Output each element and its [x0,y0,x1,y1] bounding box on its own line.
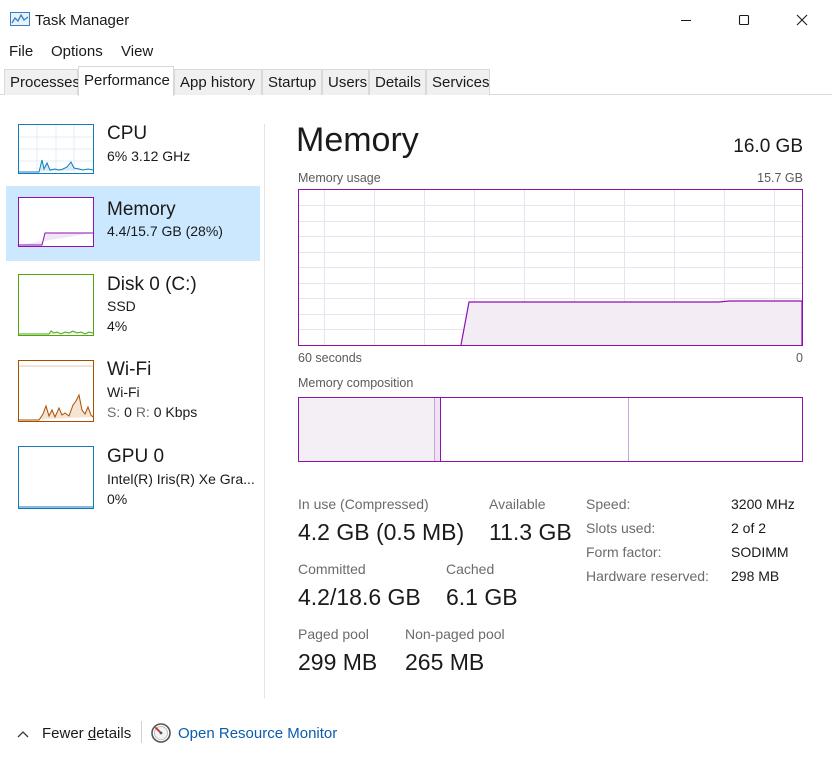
tab-startup[interactable]: Startup [262,69,322,95]
footer: Fewer details Open Resource Monitor [0,700,832,762]
in-use-label: In use (Compressed) [298,496,429,512]
sidebar-item-memory[interactable]: Memory 4.4/15.7 GB (28%) [6,186,260,261]
gpu-label: GPU 0 [107,446,165,467]
wifi-send-label: S: [107,404,121,420]
maximize-icon [738,14,750,26]
tab-bar: Processes Performance App history Startu… [0,66,832,96]
sidebar-item-gpu[interactable]: GPU 0 Intel(R) Iris(R) Xe Gra... 0% [6,438,260,518]
disk-thumbnail-graph [18,274,94,336]
composition-standby-divider [628,398,629,461]
minimize-icon [681,20,691,21]
tab-details[interactable]: Details [369,69,426,95]
task-manager-icon [10,12,30,26]
maximize-button[interactable] [715,0,773,40]
available-label: Available [489,496,546,512]
memory-usage-series [460,300,802,345]
committed-label: Committed [298,561,366,577]
chevron-up-icon [17,730,29,737]
sidebar-item-wifi[interactable]: Wi-Fi Wi-Fi S: 0 R: 0 Kbps [6,351,260,431]
memory-usage-label: Memory usage [298,171,381,185]
open-resource-monitor-label: Open Resource Monitor [178,724,338,742]
sidebar-divider [264,124,265,698]
gpu-model: Intel(R) Iris(R) Xe Gra... [107,471,255,487]
close-button[interactable] [773,0,831,40]
wifi-thumbnail-graph [18,360,94,422]
page-title: Memory [296,121,419,159]
sidebar-item-cpu[interactable]: CPU 6% 3.12 GHz [6,115,260,185]
available-value: 11.3 GB [489,519,572,545]
tab-performance[interactable]: Performance [78,66,174,96]
slots-used-value: 2 of 2 [731,520,767,536]
menu-bar: File Options View [0,40,832,64]
sidebar: CPU 6% 3.12 GHz Memory 4.4/15.7 GB (28%)… [0,95,265,700]
memory-usage-graph [298,189,803,346]
open-resource-monitor-link[interactable]: Open Resource Monitor [150,722,337,744]
graph-axis-right: 0 [796,351,803,365]
wifi-receive-label: R: [135,404,150,420]
menu-view[interactable]: View [121,43,153,60]
wifi-receive-value: 0 Kbps [153,404,198,420]
paged-pool-value: 299 MB [298,649,378,675]
cached-value: 6.1 GB [446,584,518,610]
committed-value: 4.2/18.6 GB [298,584,421,610]
disk-type: SSD [107,298,136,314]
minimize-button[interactable] [657,0,715,40]
menu-file[interactable]: File [9,43,33,60]
memory-usage: 4.4/15.7 GB (28%) [107,223,223,239]
memory-usage-max: 15.7 GB [757,171,803,185]
speed-value: 3200 MHz [731,496,795,512]
resource-monitor-icon [151,723,171,743]
disk-usage: 4% [107,318,128,334]
total-memory: 16.0 GB [733,136,803,157]
tab-processes[interactable]: Processes [4,69,80,95]
wifi-label: Wi-Fi [107,359,152,380]
cpu-label: CPU [107,123,148,144]
speed-label: Speed: [586,496,631,512]
non-paged-pool-value: 265 MB [405,649,485,675]
gpu-usage: 0% [107,491,128,507]
sidebar-item-disk[interactable]: Disk 0 (C:) SSD 4% [6,265,260,345]
hardware-reserved-value: 298 MB [731,568,780,584]
memory-thumbnail-graph [18,197,94,247]
memory-composition-label: Memory composition [298,376,414,390]
composition-in-use [299,398,434,461]
disk-label: Disk 0 (C:) [107,274,197,295]
title-bar: Task Manager [0,0,832,40]
non-paged-pool-label: Non-paged pool [405,626,505,642]
form-factor-label: Form factor: [586,544,662,560]
close-icon [796,14,808,26]
wifi-adapter: Wi-Fi [107,384,140,400]
form-factor-value: SODIMM [731,544,789,560]
cached-label: Cached [446,561,495,577]
tab-services[interactable]: Services [426,69,490,95]
memory-composition-bar [298,397,803,462]
paged-pool-label: Paged pool [298,626,369,642]
wifi-send-value: 0 [124,404,132,420]
tab-app-history[interactable]: App history [174,69,262,95]
wifi-throughput: S: 0 R: 0 Kbps [107,404,197,420]
in-use-value: 4.2 GB (0.5 MB) [298,519,465,545]
window-title: Task Manager [35,12,130,29]
cpu-usage: 6% 3.12 GHz [107,148,191,164]
menu-options[interactable]: Options [51,43,103,60]
memory-label: Memory [107,199,176,220]
graph-axis-left: 60 seconds [298,351,362,365]
fewer-details-button[interactable]: Fewer details [16,725,131,742]
slots-used-label: Slots used: [586,520,656,536]
tab-users[interactable]: Users [322,69,369,95]
gpu-thumbnail-graph [18,446,94,509]
hardware-reserved-label: Hardware reserved: [586,568,709,584]
footer-separator [141,721,142,743]
fewer-details-label: Fewer details [42,725,132,742]
cpu-thumbnail-graph [18,124,94,174]
